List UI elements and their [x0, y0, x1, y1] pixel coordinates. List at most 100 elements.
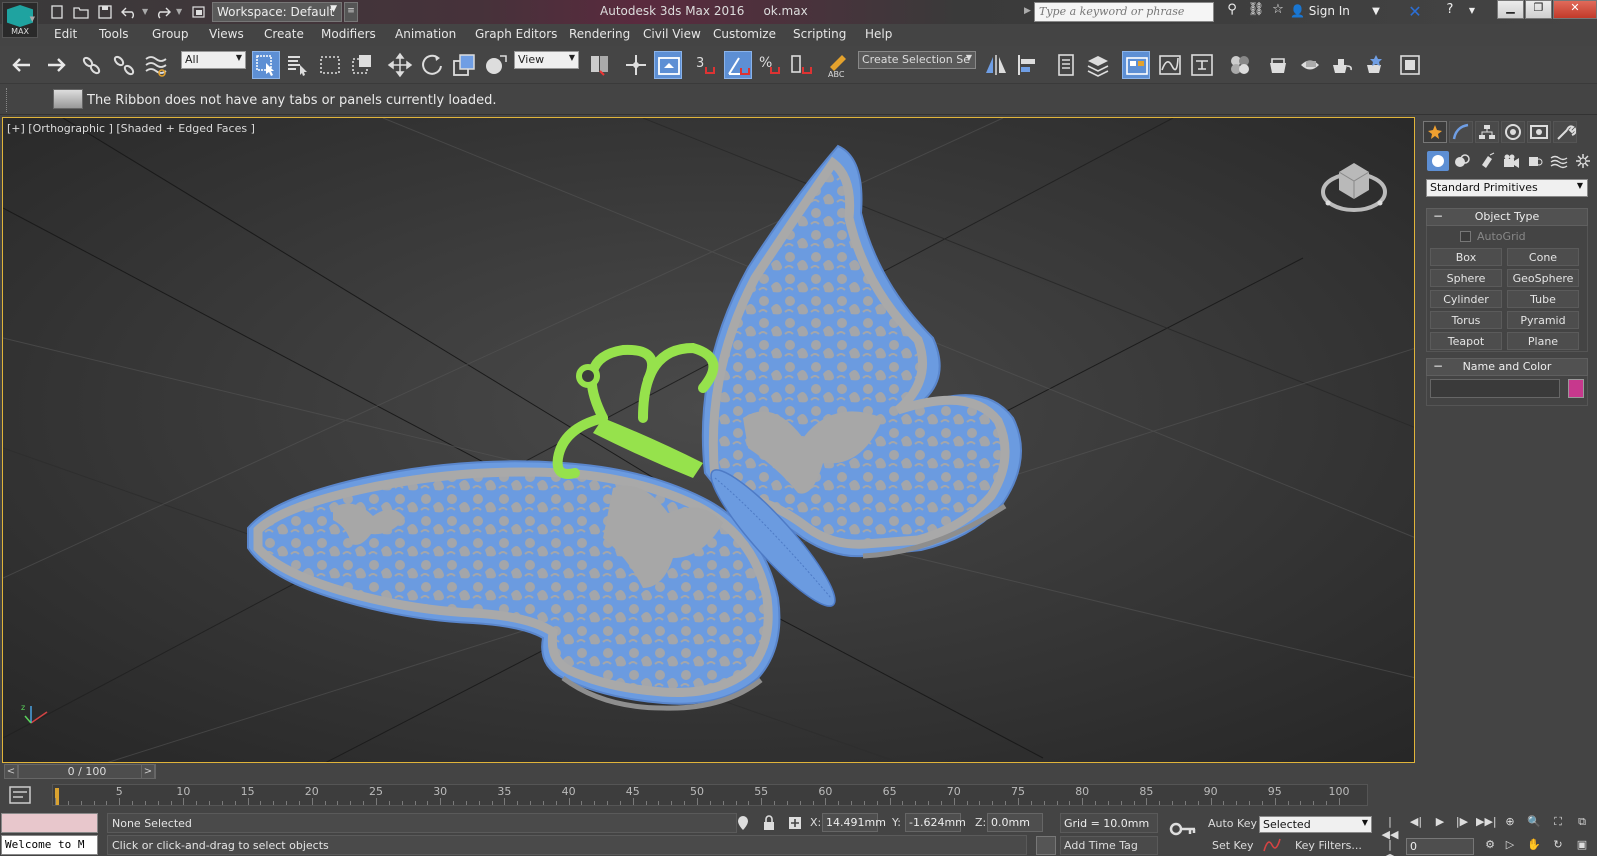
y-coordinate-field[interactable]: -1.624mm — [905, 813, 966, 832]
snaps-toggle-icon[interactable]: 3 — [692, 51, 720, 79]
menu-create[interactable]: Create — [264, 27, 304, 41]
scene-explorer-icon[interactable] — [1052, 51, 1080, 79]
default-tangent-icon[interactable] — [1262, 837, 1282, 855]
material-editor-icon[interactable] — [1226, 51, 1254, 79]
render-in-cloud-icon[interactable] — [1396, 51, 1424, 79]
key-filters-button[interactable]: Key Filters... — [1295, 839, 1362, 852]
field-of-view-icon[interactable]: ▷ — [1500, 838, 1520, 856]
box-button[interactable]: Box — [1430, 248, 1502, 266]
time-slider-thumb[interactable]: 0 / 100 — [18, 764, 156, 779]
set-key-button[interactable]: Set Key — [1212, 839, 1254, 852]
align-icon[interactable] — [1014, 51, 1042, 79]
object-name-field[interactable] — [1430, 379, 1560, 398]
category-dropdown[interactable]: Standard Primitives ▼ — [1426, 179, 1588, 197]
menu-modifiers[interactable]: Modifiers — [321, 27, 376, 41]
favorites-star-icon[interactable]: ☆ — [1268, 2, 1288, 22]
z-coordinate-field[interactable]: 0.0mm — [987, 813, 1043, 832]
isolate-selection-icon[interactable] — [734, 814, 752, 832]
object-type-rollout-header[interactable]: − Object Type — [1426, 208, 1588, 226]
pyramid-button[interactable]: Pyramid — [1507, 311, 1579, 329]
close-button[interactable]: ✕ — [1553, 0, 1597, 19]
add-time-tag-button[interactable]: Add Time Tag — [1060, 836, 1158, 855]
autogrid-checkbox[interactable]: AutoGrid — [1460, 230, 1526, 243]
menu-scripting[interactable]: Scripting — [793, 27, 846, 41]
select-and-link-icon[interactable] — [78, 51, 106, 79]
cameras-icon[interactable] — [1500, 151, 1522, 171]
toggle-ribbon-icon[interactable] — [1122, 51, 1150, 79]
selection-lock-icon[interactable] — [760, 814, 778, 832]
name-color-rollout-header[interactable]: − Name and Color — [1426, 358, 1588, 376]
zoom-all-icon[interactable]: ⧉ — [1572, 815, 1592, 833]
menu-edit[interactable]: Edit — [54, 27, 77, 41]
select-and-scale-icon[interactable] — [450, 51, 478, 79]
chevron-down-icon[interactable]: ▼ — [1366, 6, 1386, 26]
window-crossing-icon[interactable] — [348, 51, 376, 79]
tube-button[interactable]: Tube — [1507, 290, 1579, 308]
next-frame-icon[interactable]: |▶ — [1452, 815, 1472, 833]
previous-frame-icon[interactable]: ◀| — [1406, 815, 1426, 833]
chevron-down-icon[interactable]: ▼ — [1462, 6, 1482, 26]
cylinder-button[interactable]: Cylinder — [1430, 290, 1502, 308]
x-coordinate-field[interactable]: 14.491mm — [822, 813, 886, 832]
pivot-center-icon[interactable] — [586, 51, 614, 79]
menu-animation[interactable]: Animation — [395, 27, 456, 41]
zoom-extents-all-icon[interactable]: ⊕ — [1500, 815, 1520, 833]
schematic-view-icon[interactable] — [1188, 51, 1216, 79]
search-input[interactable]: Type a keyword or phrase — [1034, 2, 1214, 22]
tab-display[interactable] — [1527, 121, 1551, 143]
maxscript-listener-output[interactable] — [1, 813, 98, 833]
menu-civil-view[interactable]: Civil View — [643, 27, 701, 41]
go-to-start-icon[interactable]: |◀◀ — [1380, 815, 1400, 841]
geometry-icon[interactable] — [1427, 151, 1449, 171]
selection-filter-dropdown[interactable]: All ▼ — [181, 51, 246, 69]
orbit-icon[interactable]: ↻ — [1548, 838, 1568, 856]
viewport-label[interactable]: [+] [Orthographic ] [Shaded + Edged Face… — [7, 122, 255, 135]
teapot-button[interactable]: Teapot — [1430, 332, 1502, 350]
select-and-place-icon[interactable] — [482, 51, 510, 79]
open-mini-curve-editor-icon[interactable] — [8, 785, 34, 805]
edit-named-selection-icon[interactable]: ABC — [824, 51, 852, 79]
percent-snap-icon[interactable]: % — [756, 51, 784, 79]
timeline-ruler[interactable]: 5 10 15 20 25 30 35 40 45 50 55 60 65 70 75 80 85 90 95 100 — [52, 784, 1368, 806]
tab-modify[interactable] — [1449, 121, 1473, 143]
tab-motion[interactable] — [1501, 121, 1525, 143]
workspace-selector[interactable]: Workspace: Default ▼ — [212, 2, 342, 22]
reference-coordinate-dropdown[interactable]: View ▼ — [514, 51, 579, 69]
spinner-snap-icon[interactable] — [788, 51, 816, 79]
systems-icon[interactable] — [1572, 151, 1594, 171]
zoom-extents-icon[interactable]: ⛶ — [1548, 815, 1568, 833]
mirror-icon[interactable] — [982, 51, 1010, 79]
cone-button[interactable]: Cone — [1507, 248, 1579, 266]
space-warps-icon[interactable] — [1548, 151, 1570, 171]
menu-views[interactable]: Views — [209, 27, 244, 41]
application-button[interactable]: MAX ▼ — [2, 2, 38, 38]
layer-explorer-icon[interactable] — [1084, 51, 1112, 79]
select-and-move-icon[interactable] — [386, 51, 414, 79]
absolute-mode-transform-icon[interactable] — [786, 814, 804, 832]
minimize-button[interactable]: ▁ — [1497, 0, 1524, 19]
tab-hierarchy[interactable] — [1475, 121, 1499, 143]
menu-rendering[interactable]: Rendering — [569, 27, 630, 41]
set-key-icon[interactable] — [1168, 819, 1198, 839]
key-mode-dropdown[interactable]: Selected ▼ — [1259, 816, 1372, 833]
play-icon[interactable]: ▶ — [1430, 815, 1450, 833]
viewport-orthographic[interactable]: z [+] [Orthographic ] [Shaded + Edged Fa… — [2, 117, 1415, 763]
object-color-swatch[interactable] — [1568, 379, 1584, 398]
time-configuration-icon[interactable]: ⚙ — [1480, 838, 1500, 856]
menu-tools[interactable]: Tools — [99, 27, 129, 41]
keyboard-shortcut-override-icon[interactable] — [654, 51, 682, 79]
tab-create[interactable] — [1423, 121, 1447, 143]
search-toggle-icon[interactable]: ▶ — [1024, 6, 1031, 16]
redo-icon[interactable] — [40, 51, 68, 79]
maximize-button[interactable]: ❐ — [1525, 0, 1552, 19]
tab-utilities[interactable] — [1553, 121, 1577, 143]
maxscript-listener-input[interactable]: Welcome to M — [1, 835, 98, 855]
current-frame-field[interactable]: 0 — [1406, 838, 1474, 855]
save-file-icon[interactable] — [96, 3, 114, 21]
maximize-viewport-icon[interactable]: ▣ — [1572, 838, 1592, 856]
menu-help[interactable]: Help — [865, 27, 892, 41]
time-tag-icon[interactable] — [1036, 836, 1056, 855]
project-folder-icon[interactable] — [190, 3, 208, 21]
plane-button[interactable]: Plane — [1507, 332, 1579, 350]
rendered-frame-window-icon[interactable] — [1296, 51, 1324, 79]
